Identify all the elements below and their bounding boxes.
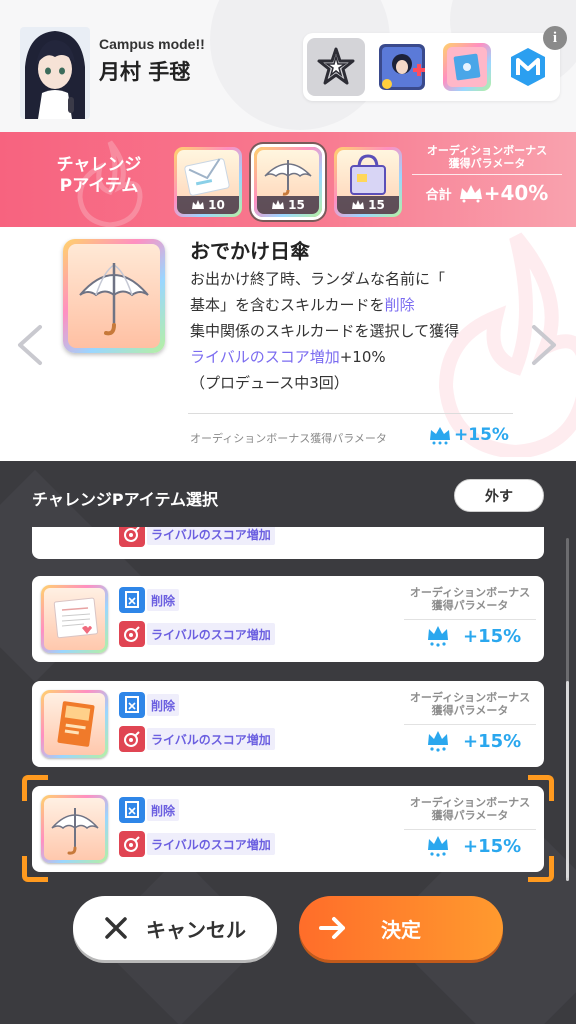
divider: [404, 829, 536, 830]
letter-item-icon: [53, 597, 98, 639]
remove-button[interactable]: 外す: [454, 479, 544, 512]
card-bonus-heading: オーディションボーナス 獲得パラメータ: [409, 796, 531, 822]
item-card-selected[interactable]: 削除 ライバルのスコア増加 オーディションボーナス 獲得パラメータ +15%: [32, 786, 544, 872]
sparkle-emblem-icon[interactable]: [307, 38, 365, 96]
previous-arrow-icon[interactable]: [12, 323, 48, 367]
challenge-slot-3[interactable]: 15: [334, 147, 402, 217]
challenge-item-band: チャレンジ Pアイテム 10 15 15 オーディションボーナス 獲得パラメータ…: [0, 132, 576, 227]
tag-delete: 削除: [119, 797, 180, 823]
item-card-partial[interactable]: ライバルのスコア増加: [32, 527, 544, 559]
slot-2-value: 15: [257, 196, 319, 214]
next-arrow-icon[interactable]: [526, 323, 562, 367]
umbrella-item-icon: [50, 808, 99, 855]
detail-bonus-value: +15%: [428, 425, 509, 445]
avatar[interactable]: [20, 27, 90, 119]
info-button[interactable]: i: [543, 26, 567, 50]
item-detail-panel: おでかけ日傘 お出かけ終了時、ランダムな名前に「 基本」を含むスキルカードを削除…: [0, 227, 576, 461]
item-selection-panel: チャレンジPアイテム選択 外す ライバルのスコア増加 削除 ライバルのスコア増加…: [0, 461, 576, 1024]
scrollbar-thumb[interactable]: [566, 681, 569, 881]
challenge-slot-1[interactable]: 10: [174, 147, 242, 217]
arrow-right-icon: [319, 917, 345, 939]
bonus-crown-icon: [192, 200, 205, 209]
item-thumbnail: [41, 690, 108, 758]
profile-header: Campus mode!! 月村 手毬 i: [0, 0, 576, 132]
cancel-label: キャンセル: [146, 917, 246, 942]
keyword-rival-score[interactable]: ライバルのスコア増加: [190, 348, 340, 366]
bonus-total-label: 合計: [425, 187, 452, 203]
selection-corner-top-right: [528, 775, 554, 801]
keyword-delete[interactable]: 削除: [385, 296, 415, 314]
delete-icon: [119, 692, 145, 718]
selection-corner-bottom-right: [528, 856, 554, 882]
slot-1-value: 10: [177, 196, 239, 214]
bag-item-icon: [350, 154, 386, 195]
rival-score-icon: [119, 831, 145, 857]
challenge-title: チャレンジ Pアイテム: [56, 155, 142, 196]
selection-title: チャレンジPアイテム選択: [32, 490, 218, 509]
item-card[interactable]: 削除 ライバルのスコア増加 オーディションボーナス 獲得パラメータ +15%: [32, 681, 544, 767]
selection-corner-top-left: [22, 775, 48, 801]
cancel-button[interactable]: キャンセル: [73, 896, 277, 960]
selection-corner-bottom-left: [22, 856, 48, 882]
bonus-crown-icon: [428, 731, 448, 752]
tag-rival-score: ライバルのスコア増加: [119, 831, 275, 857]
tag-rival-score: ライバルのスコア増加: [119, 726, 275, 752]
umbrella-item-icon: [264, 160, 312, 196]
book-item-icon: [56, 701, 95, 747]
player-name: 月村 手毬: [99, 60, 191, 84]
card-bonus-value: +15%: [425, 834, 545, 858]
rival-score-icon: [119, 621, 145, 647]
tag-delete: 削除: [119, 587, 180, 613]
divider: [188, 413, 513, 414]
slot-3-value: 15: [337, 196, 399, 214]
divider: [404, 724, 536, 725]
tag-delete: 削除: [119, 692, 180, 718]
bonus-total: 合計 +40%: [412, 181, 562, 205]
bonus-heading: オーディションボーナス 獲得パラメータ: [412, 144, 562, 175]
header-icon-tray: [303, 33, 560, 101]
delete-icon: [119, 587, 145, 613]
bonus-total-value: +40%: [483, 181, 549, 205]
divider: [404, 619, 536, 620]
mode-label: Campus mode!!: [99, 36, 205, 52]
bonus-crown-icon: [428, 836, 448, 857]
item-thumbnail: [41, 795, 108, 863]
confirm-label: 決定: [381, 917, 421, 942]
selected-item-image: [63, 239, 165, 353]
bonus-crown-icon: [459, 185, 482, 203]
item-description: お出かけ終了時、ランダムな名前に「 基本」を含むスキルカードを削除 集中関係のス…: [190, 270, 460, 392]
card-bonus-heading: オーディションボーナス 獲得パラメータ: [409, 586, 531, 612]
bonus-crown-icon: [352, 200, 365, 209]
bonus-crown-icon: [272, 200, 285, 209]
challenge-bonus-summary: オーディションボーナス 獲得パラメータ 合計 +40%: [412, 144, 562, 205]
item-thumbnail: [41, 585, 108, 653]
rival-score-icon: [119, 726, 145, 752]
item-name: おでかけ日傘: [190, 239, 310, 263]
card-bonus-heading: オーディションボーナス 獲得パラメータ: [409, 691, 531, 717]
delete-icon: [119, 797, 145, 823]
bonus-crown-icon: [428, 626, 448, 647]
rival-score-icon: [119, 527, 145, 547]
tag-rival-score: ライバルのスコア増加: [119, 527, 275, 547]
item-card[interactable]: 削除 ライバルのスコア増加 オーディションボーナス 獲得パラメータ +15%: [32, 576, 544, 662]
tag-rival-score: ライバルのスコア増加: [119, 621, 275, 647]
confirm-button[interactable]: 決定: [299, 896, 503, 960]
detail-bonus-label: オーディションボーナス獲得パラメータ: [190, 432, 387, 445]
bonus-crown-icon: [430, 427, 450, 445]
card-bonus-value: +15%: [425, 729, 545, 753]
challenge-slot-2[interactable]: 15: [254, 147, 322, 217]
letter-item-icon: [184, 158, 230, 196]
idol-card-plus-icon[interactable]: [373, 38, 431, 96]
umbrella-item-icon: [79, 263, 149, 336]
close-icon: [105, 917, 127, 939]
disc-item-icon[interactable]: [438, 38, 496, 96]
card-bonus-value: +15%: [425, 624, 545, 648]
